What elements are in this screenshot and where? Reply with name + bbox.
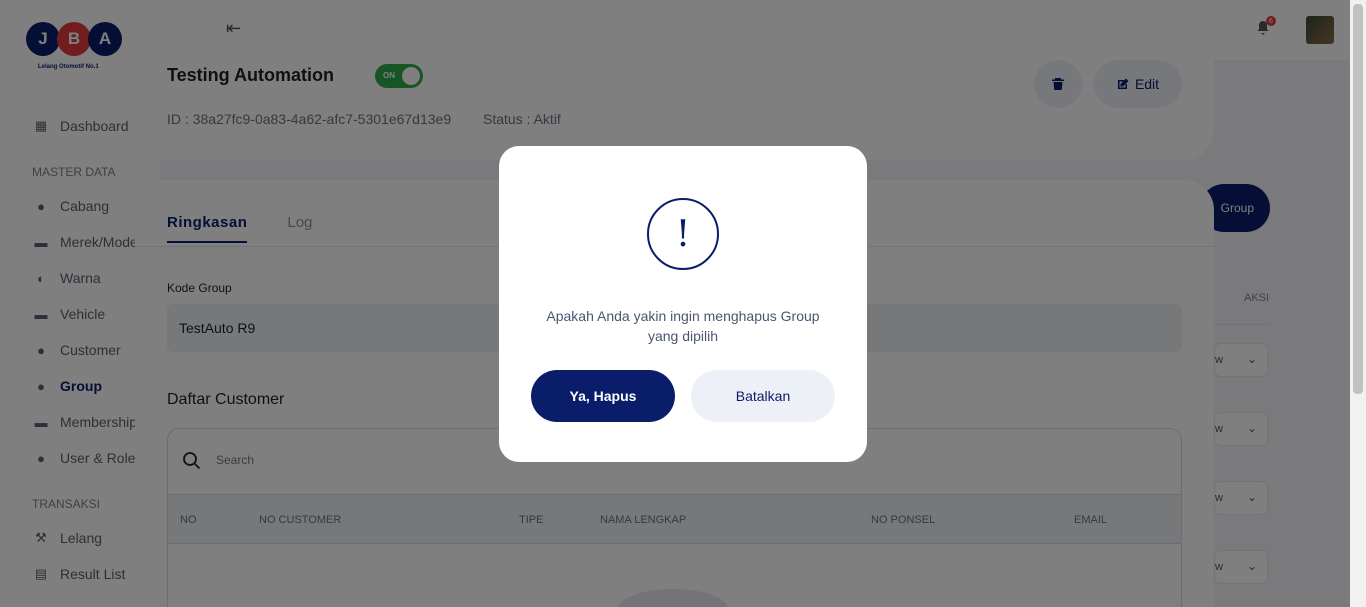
exclamation-icon: ! xyxy=(647,198,719,270)
delete-confirm-dialog: ! Apakah Anda yakin ingin menghapus Grou… xyxy=(499,146,867,462)
cancel-button[interactable]: Batalkan xyxy=(691,370,835,422)
scrollbar-thumb[interactable] xyxy=(1353,4,1363,394)
dialog-message: Apakah Anda yakin ingin menghapus Group … xyxy=(546,308,820,344)
page-scrollbar[interactable] xyxy=(1350,0,1366,607)
confirm-delete-button[interactable]: Ya, Hapus xyxy=(531,370,675,422)
